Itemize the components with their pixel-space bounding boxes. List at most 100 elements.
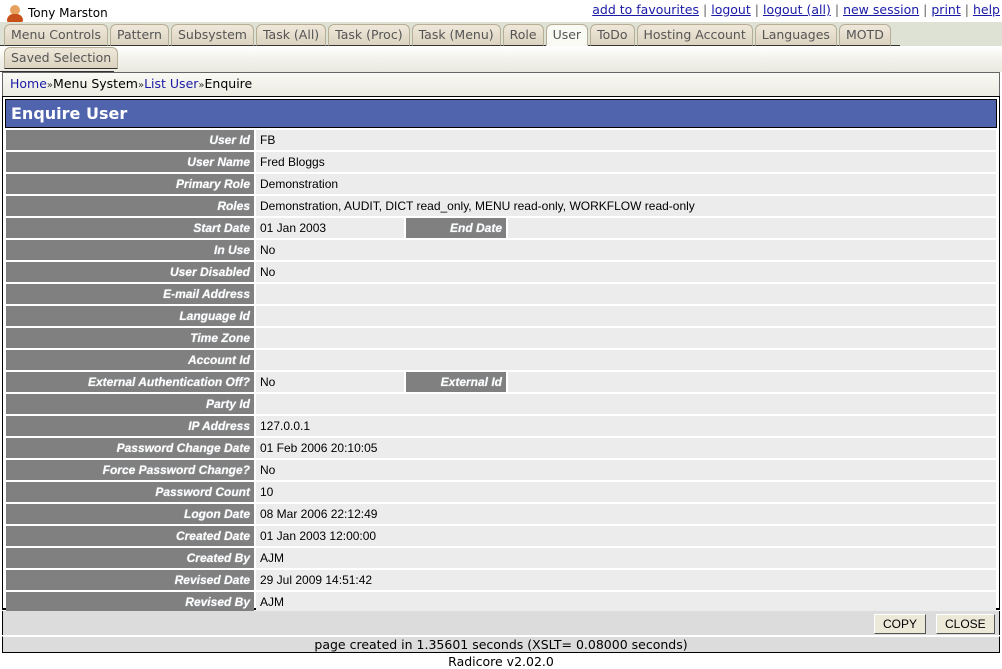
user-disabled-label: User Disabled <box>6 262 254 282</box>
help-link[interactable]: help <box>973 2 1000 17</box>
copy-button[interactable]: COPY <box>874 614 927 634</box>
created-by-label: Created By <box>6 548 254 568</box>
pswd-change-date-label: Password Change Date <box>6 438 254 458</box>
action-bar: COPY CLOSE <box>2 611 1000 635</box>
pswd-count-value: 10 <box>256 482 996 502</box>
logout-link[interactable]: logout <box>711 2 751 17</box>
link-separator: | <box>834 2 840 17</box>
breadcrumb: Home»Menu System»List User»Enquire <box>2 72 1000 96</box>
time-zone-label: Time Zone <box>6 328 254 348</box>
breadcrumb-menu-system: Menu System <box>53 76 138 91</box>
field-row-pswd-count: Password Count 10 <box>6 482 996 502</box>
tab-languages[interactable]: Languages <box>754 24 837 46</box>
page-timing-status: page created in 1.35601 seconds (XSLT= 0… <box>2 636 1000 653</box>
revised-by-value: AJM <box>256 592 996 612</box>
top-bar: Tony Marston add to favourites | logout | lo… <box>0 0 1002 22</box>
revised-by-label: Revised By <box>6 592 254 612</box>
language-id-label: Language Id <box>6 306 254 326</box>
tab-hosting-account[interactable]: Hosting Account <box>636 24 753 46</box>
account-id-value <box>256 350 996 370</box>
user-id-label: User Id <box>6 130 254 150</box>
field-row-revised-by: Revised By AJM <box>6 592 996 612</box>
primary-role-value: Demonstration <box>256 174 996 194</box>
field-row-language-id: Language Id <box>6 306 996 326</box>
field-row-roles: Roles Demonstration, AUDIT, DICT read_on… <box>6 196 996 216</box>
field-row-party-id: Party Id <box>6 394 996 414</box>
account-id-label: Account Id <box>6 350 254 370</box>
field-row-account-id: Account Id <box>6 350 996 370</box>
force-pswd-change-label: Force Password Change? <box>6 460 254 480</box>
link-separator: | <box>754 2 759 17</box>
field-row-time-zone: Time Zone <box>6 328 996 348</box>
tab-task-proc[interactable]: Task (Proc) <box>328 24 410 46</box>
print-link[interactable]: print <box>931 2 960 17</box>
link-separator: | <box>923 2 928 17</box>
breadcrumb-enquire: Enquire <box>204 76 253 91</box>
new-session-link[interactable]: new session <box>843 2 919 17</box>
ext-auth-off-value: No <box>256 372 404 392</box>
language-id-value <box>256 306 996 326</box>
tab-user[interactable]: User <box>545 24 589 46</box>
pswd-count-label: Password Count <box>6 482 254 502</box>
breadcrumb-home[interactable]: Home <box>10 76 47 91</box>
field-row-force-pswd-change: Force Password Change? No <box>6 460 996 480</box>
user-avatar-icon <box>6 4 24 22</box>
tab-task-all[interactable]: Task (All) <box>255 24 327 46</box>
tab-bar-row-2: Saved Selection <box>0 46 1002 72</box>
tab-bar-row-1: Menu Controls Pattern Subsystem Task (Al… <box>0 22 1002 46</box>
page-title: Enquire User <box>5 99 997 128</box>
pswd-change-date-value: 01 Feb 2006 20:10:05 <box>256 438 996 458</box>
tab-pattern[interactable]: Pattern <box>110 24 169 46</box>
in-use-label: In Use <box>6 240 254 260</box>
tab-todo[interactable]: ToDo <box>590 24 635 46</box>
field-row-external-auth: External Authentication Off? No External… <box>6 372 996 392</box>
user-name-label: User Name <box>6 152 254 172</box>
logon-date-label: Logon Date <box>6 504 254 524</box>
header-links: add to favourites | logout | logout (all) | ne… <box>592 2 1000 17</box>
revised-date-value: 29 Jul 2009 14:51:42 <box>256 570 996 590</box>
add-to-favourites-link[interactable]: add to favourites <box>592 2 699 17</box>
user-disabled-value: No <box>256 262 996 282</box>
tab-menu-controls[interactable]: Menu Controls <box>4 24 108 46</box>
user-detail-table: User Id FB User Name Fred Bloggs Primary… <box>4 128 998 614</box>
time-zone-value <box>256 328 996 348</box>
external-id-label: External Id <box>406 372 506 392</box>
field-row-user-id: User Id FB <box>6 130 996 150</box>
roles-value: Demonstration, AUDIT, DICT read_only, ME… <box>256 196 996 216</box>
field-row-start-end-date: Start Date 01 Jan 2003 End Date <box>6 218 996 238</box>
tab-motd[interactable]: MOTD <box>838 24 891 46</box>
end-date-label: End Date <box>406 218 506 238</box>
field-row-primary-role: Primary Role Demonstration <box>6 174 996 194</box>
party-id-label: Party Id <box>6 394 254 414</box>
revised-date-label: Revised Date <box>6 570 254 590</box>
field-row-created-by: Created By AJM <box>6 548 996 568</box>
party-id-value <box>256 394 996 414</box>
force-pswd-change-value: No <box>256 460 996 480</box>
email-label: E-mail Address <box>6 284 254 304</box>
tab-task-menu[interactable]: Task (Menu) <box>411 24 501 46</box>
field-row-ip-address: IP Address 127.0.0.1 <box>6 416 996 436</box>
end-date-value <box>508 218 996 238</box>
ext-auth-off-label: External Authentication Off? <box>6 372 254 392</box>
tab-subsystem[interactable]: Subsystem <box>170 24 254 46</box>
roles-label: Roles <box>6 196 254 216</box>
primary-role-label: Primary Role <box>6 174 254 194</box>
in-use-value: No <box>256 240 996 260</box>
tab-role[interactable]: Role <box>502 24 544 46</box>
logout-all-link[interactable]: logout (all) <box>763 2 831 17</box>
ip-address-value: 127.0.0.1 <box>256 416 996 436</box>
user-name: Tony Marston <box>28 6 108 20</box>
created-date-value: 01 Jan 2003 12:00:00 <box>256 526 996 546</box>
field-row-created-date: Created Date 01 Jan 2003 12:00:00 <box>6 526 996 546</box>
field-row-logon-date: Logon Date 08 Mar 2006 22:12:49 <box>6 504 996 524</box>
tab-saved-selection[interactable]: Saved Selection <box>4 47 119 69</box>
email-value <box>256 284 996 304</box>
field-row-email: E-mail Address <box>6 284 996 304</box>
breadcrumb-list-user[interactable]: List User <box>144 76 198 91</box>
user-id-value: FB <box>256 130 996 150</box>
field-row-in-use: In Use No <box>6 240 996 260</box>
start-date-label: Start Date <box>6 218 254 238</box>
close-button[interactable]: CLOSE <box>936 614 995 634</box>
version-label: Radicore v2.02.0 <box>448 654 554 669</box>
start-date-value: 01 Jan 2003 <box>256 218 404 238</box>
